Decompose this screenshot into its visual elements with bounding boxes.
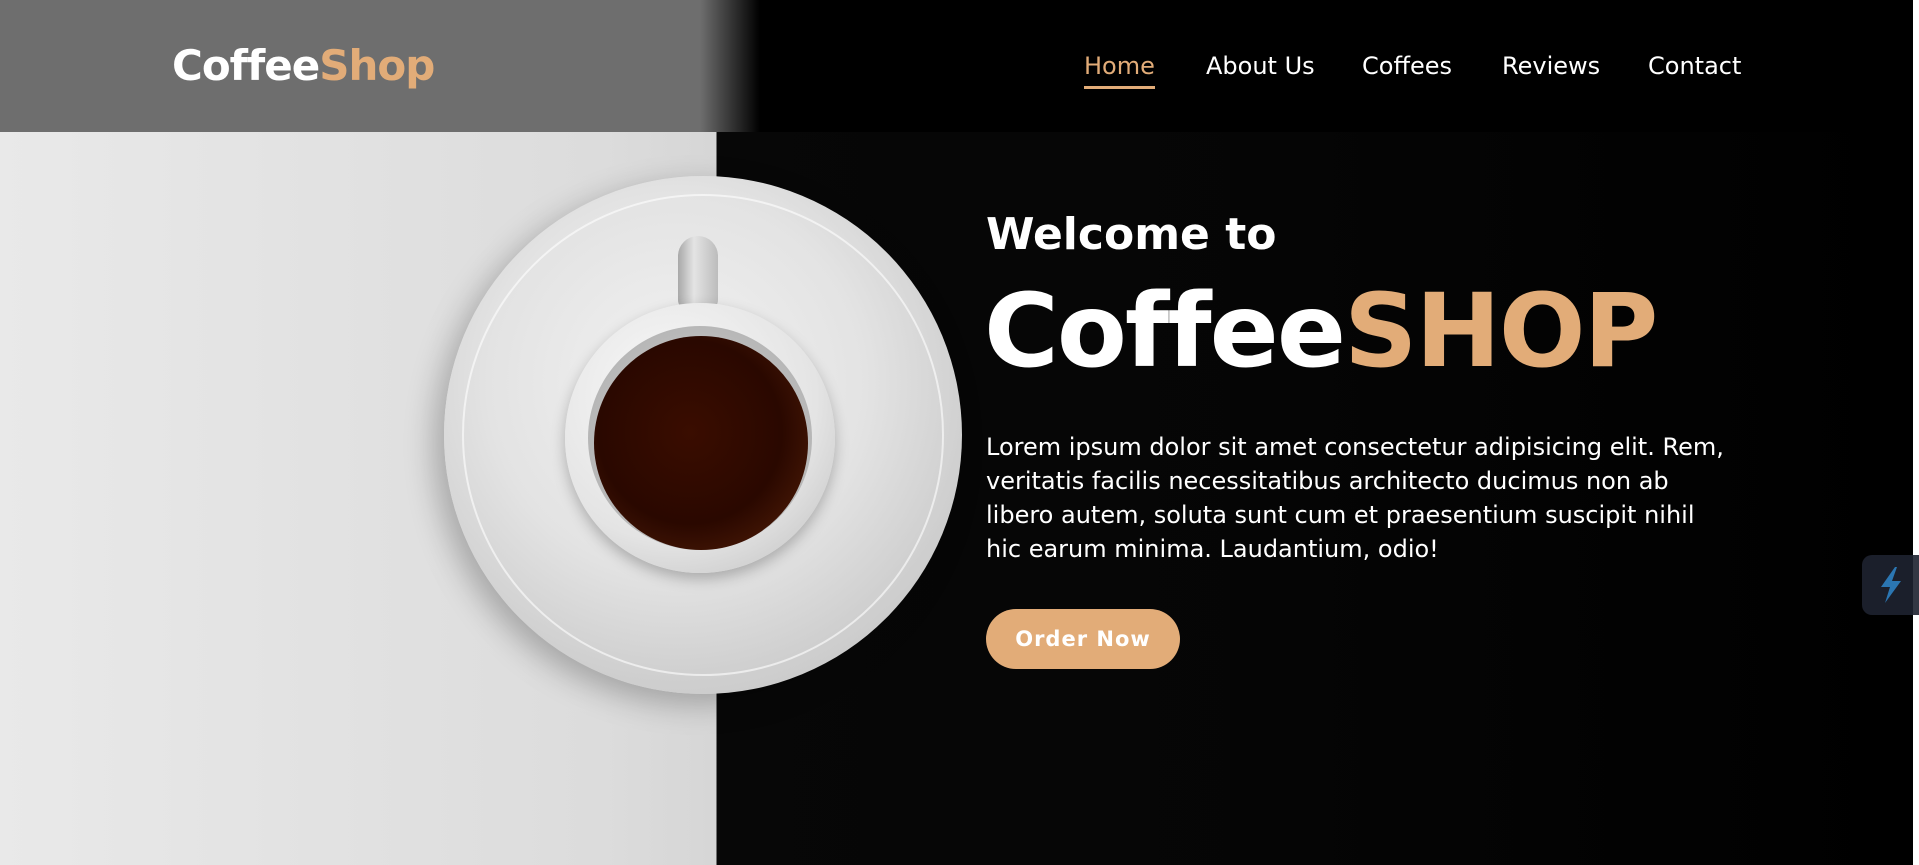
nav-home[interactable]: Home <box>1084 46 1155 89</box>
cup-handle <box>678 236 718 310</box>
hero-description: Lorem ipsum dolor sit amet consectetur a… <box>986 433 1724 563</box>
logo[interactable]: CoffeeShop <box>172 36 435 96</box>
side-widget[interactable] <box>1862 555 1919 615</box>
hero-welcome: Welcome to <box>986 209 1277 260</box>
site-header: CoffeeShop Home About Us Coffees Reviews… <box>0 0 1913 132</box>
hero-title: CoffeeSHOP <box>984 272 1658 392</box>
hero-title-coffee: Coffee <box>984 272 1346 391</box>
logo-part-coffee: Coffee <box>172 41 320 90</box>
page-edge <box>1913 0 1919 865</box>
nav-coffees[interactable]: Coffees <box>1362 46 1452 86</box>
page: CoffeeShop Home About Us Coffees Reviews… <box>0 0 1919 865</box>
nav-contact[interactable]: Contact <box>1648 46 1741 86</box>
coffee-liquid <box>594 336 808 550</box>
nav-about-us[interactable]: About Us <box>1206 46 1315 86</box>
logo-part-shop: Shop <box>319 41 435 90</box>
hero-title-shop: SHOP <box>1344 272 1658 391</box>
nav-reviews[interactable]: Reviews <box>1502 46 1600 86</box>
lightning-icon <box>1880 567 1901 603</box>
order-now-button[interactable]: Order Now <box>986 609 1180 669</box>
